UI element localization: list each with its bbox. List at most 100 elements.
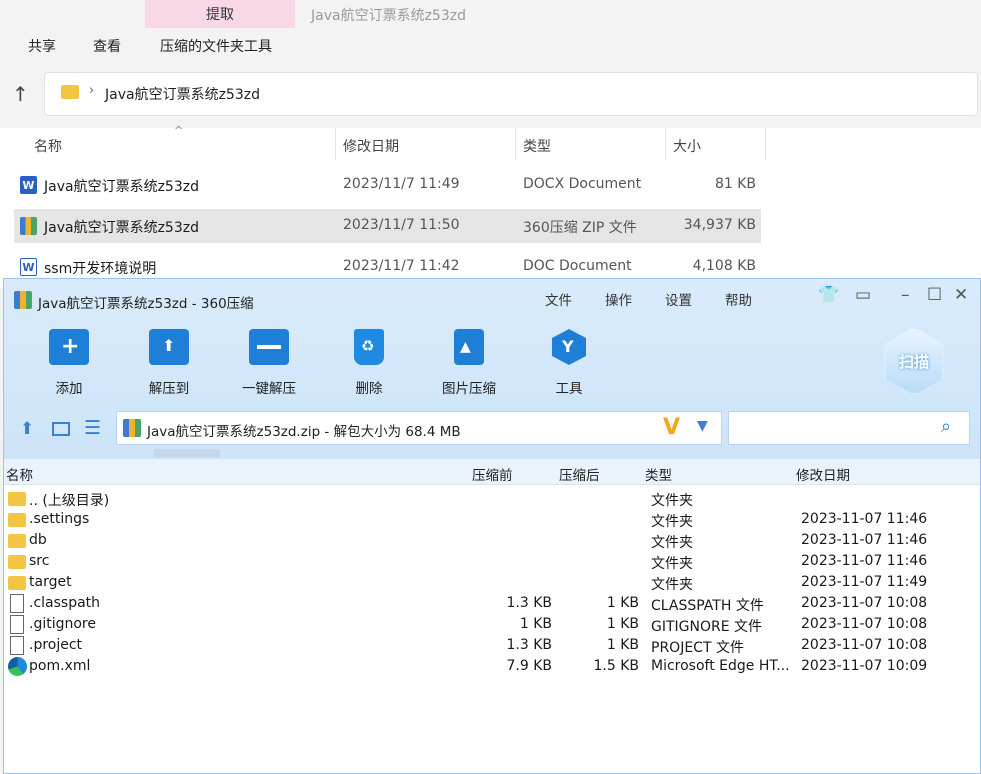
entry-size-after: 1 KB (606, 616, 639, 632)
folder-icon (8, 534, 26, 548)
archive-path-bar[interactable]: Java航空订票系统z53zd.zip - 解包大小为 68.4 MB V ▼ (116, 411, 722, 445)
entry-type: 文件夹 (651, 514, 693, 530)
zip360-title: Java航空订票系统z53zd - 360压缩 (38, 296, 254, 312)
folder-icon (8, 576, 26, 590)
column-name[interactable]: 名称 (6, 464, 33, 484)
column-divider[interactable] (765, 128, 766, 160)
image-compress-icon: ▲ (454, 329, 484, 365)
ribbon-view[interactable]: 查看 (93, 36, 121, 56)
minimize-icon[interactable]: – (901, 285, 910, 305)
archive-row[interactable]: .settings 文件夹 2023-11-07 11:46 (4, 509, 980, 530)
column-date[interactable]: 修改日期 (343, 136, 399, 156)
tab-extract[interactable]: 提取 (145, 0, 295, 28)
ribbon-share[interactable]: 共享 (28, 36, 56, 56)
column-date[interactable]: 修改日期 (796, 464, 850, 484)
column-before[interactable]: 压缩前 (472, 464, 513, 484)
entry-type: 文件夹 (651, 577, 693, 593)
toolbar-label: 解压到 (148, 381, 190, 397)
scan-button[interactable]: 扫描 (884, 327, 944, 395)
entry-name: .settings (29, 511, 90, 527)
parent-folder-icon[interactable]: ⬆ (20, 419, 34, 439)
doc-icon: W (20, 258, 37, 276)
menu-file[interactable]: 文件 (545, 289, 572, 309)
entry-date: 2023-11-07 11:46 (801, 553, 928, 569)
folder-icon (8, 513, 26, 527)
extract-to-button[interactable]: ⬆ 解压到 (129, 329, 209, 397)
file-type: 360压缩 ZIP 文件 (523, 220, 637, 236)
view-thumbnail-icon[interactable] (52, 422, 70, 436)
archive-row[interactable]: pom.xml 7.9 KB 1.5 KB Microsoft Edge HT... 2… (4, 656, 980, 677)
add-icon: + (49, 329, 89, 365)
up-arrow-icon[interactable]: ↑ (12, 82, 29, 106)
toolbar-label: 图片压缩 (442, 381, 496, 397)
archive-row[interactable]: src 文件夹 2023-11-07 11:46 (4, 551, 980, 572)
file-icon (10, 594, 24, 613)
add-button[interactable]: + 添加 (29, 329, 109, 397)
search-input[interactable]: ⌕ (728, 411, 970, 445)
address-bar[interactable]: › Java航空订票系统z53zd (44, 72, 978, 116)
entry-type: 文件夹 (651, 556, 693, 572)
entry-size-before: 7.9 KB (506, 658, 553, 674)
menu-operation[interactable]: 操作 (605, 289, 632, 309)
view-list-icon[interactable]: ☰ (84, 417, 101, 439)
column-after[interactable]: 压缩后 (559, 464, 600, 484)
entry-date: 2023-11-07 10:09 (801, 658, 928, 674)
column-size[interactable]: 大小 (673, 136, 701, 156)
archive-row[interactable]: .gitignore 1 KB 1 KB GITIGNORE 文件 2023-11-07… (4, 614, 980, 635)
folder-icon (8, 492, 26, 506)
one-click-extract-icon (249, 329, 289, 365)
one-click-extract-button[interactable]: 一键解压 (229, 329, 309, 397)
entry-size-after: 1 KB (606, 595, 639, 611)
entry-name: target (29, 574, 72, 590)
ribbon-compressed-folder-tools[interactable]: 压缩的文件夹工具 (160, 36, 272, 56)
search-icon[interactable]: ⌕ (941, 416, 951, 437)
tools-icon: Y (552, 329, 586, 365)
entry-size-before: 1.3 KB (506, 637, 553, 653)
skin-shirt-icon[interactable]: 👕 (818, 285, 839, 305)
entry-name: db (29, 532, 47, 548)
feedback-icon[interactable]: ▭ (855, 285, 871, 305)
file-type: DOCX Document (523, 176, 642, 192)
zip-icon (123, 419, 141, 437)
image-compress-button[interactable]: ▲ 图片压缩 (429, 329, 509, 397)
column-divider[interactable] (335, 128, 336, 160)
column-type[interactable]: 类型 (523, 136, 551, 156)
folder-icon (8, 555, 26, 569)
toolbar-label: 删除 (355, 381, 383, 397)
entry-date: 2023-11-07 11:49 (801, 574, 928, 590)
close-icon[interactable]: ✕ (954, 285, 968, 305)
file-row-selected[interactable]: Java航空订票系统z53zd 2023/11/7 11:50 360压缩 ZI… (14, 209, 761, 243)
menu-help[interactable]: 帮助 (725, 289, 752, 309)
archive-row[interactable]: .classpath 1.3 KB 1 KB CLASSPATH 文件 2023-11-… (4, 593, 980, 614)
file-date: 2023/11/7 11:42 (343, 258, 460, 274)
file-size: 4,108 KB (692, 258, 756, 274)
entry-name: .gitignore (29, 616, 96, 632)
entry-size-after: 1.5 KB (593, 658, 640, 674)
entry-name: pom.xml (29, 658, 91, 674)
column-divider[interactable] (515, 128, 516, 160)
entry-name: .classpath (29, 595, 101, 611)
file-row[interactable]: W Java航空订票系统z53zd 2023/11/7 11:49 DOCX D… (14, 168, 761, 202)
entry-name: src (29, 553, 50, 569)
column-divider[interactable] (665, 128, 666, 160)
menu-settings[interactable]: 设置 (665, 289, 692, 309)
scrollbar-handle[interactable] (154, 449, 220, 457)
column-name[interactable]: 名称 (34, 136, 62, 156)
archive-path: Java航空订票系统z53zd.zip - 解包大小为 68.4 MB (147, 424, 461, 440)
file-name: Java航空订票系统z53zd (44, 220, 199, 236)
chevron-down-icon[interactable]: ▼ (697, 418, 708, 434)
tools-button[interactable]: Y 工具 (529, 329, 609, 397)
delete-button[interactable]: ♻ 删除 (329, 329, 409, 397)
column-type[interactable]: 类型 (645, 464, 672, 484)
v-logo-icon[interactable]: V (663, 415, 680, 440)
archive-row[interactable]: .project 1.3 KB 1 KB PROJECT 文件 2023-11-07 1… (4, 635, 980, 656)
chevron-right-icon: › (89, 83, 95, 98)
file-type: DOC Document (523, 258, 632, 274)
entry-type: PROJECT 文件 (651, 640, 744, 656)
file-icon (10, 636, 24, 655)
maximize-icon[interactable]: ☐ (927, 285, 942, 305)
archive-row[interactable]: .. (上级目录) 文件夹 (4, 488, 980, 509)
archive-row[interactable]: target 文件夹 2023-11-07 11:49 (4, 572, 980, 593)
file-icon (10, 615, 24, 634)
archive-row[interactable]: db 文件夹 2023-11-07 11:46 (4, 530, 980, 551)
